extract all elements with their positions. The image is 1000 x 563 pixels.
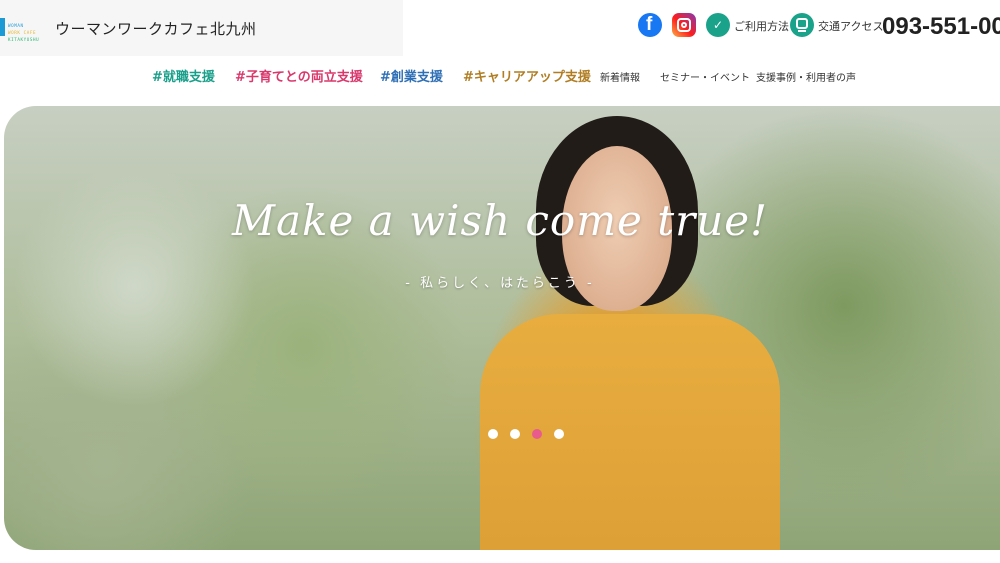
guide-link[interactable]: ご利用方法 (734, 18, 789, 34)
logo[interactable]: WOMAN WORK CAFE KITAKYUSHU (0, 8, 44, 50)
nav-link-cases[interactable]: 支援事例・利用者の声 (756, 69, 856, 84)
global-nav: #就職支援 #子育てとの両立支援 #創業支援 #キャリアアップ支援 新着情報 セ… (130, 56, 1000, 92)
logo-line: WOMAN (8, 23, 24, 28)
slider-pagination (488, 424, 571, 439)
site-title[interactable]: ウーマンワークカフェ北九州 (55, 18, 257, 39)
nav-tag-career[interactable]: #キャリアアップ支援 (463, 66, 591, 85)
nav-tag-employment[interactable]: #就職支援 (152, 66, 215, 85)
access-link[interactable]: 交通アクセス (818, 18, 883, 34)
hero-slider[interactable] (4, 106, 1000, 550)
logo-line: KITAKYUSHU (8, 37, 40, 42)
logo-line: WORK CAFE (8, 30, 37, 35)
nav-tag-childcare[interactable]: #子育てとの両立支援 (235, 66, 363, 85)
logo-w-icon (0, 18, 5, 36)
nav-tag-startup[interactable]: #創業支援 (380, 66, 443, 85)
slider-dot[interactable] (488, 429, 498, 439)
facebook-icon[interactable]: f (638, 13, 662, 37)
instagram-icon[interactable] (672, 13, 696, 37)
page-bottom (0, 550, 1000, 563)
phone-number[interactable]: 093-551-00 (882, 13, 1000, 41)
train-icon[interactable] (790, 13, 814, 37)
nav-link-news[interactable]: 新着情報 (600, 69, 640, 84)
guide-icon[interactable]: ✓ (706, 13, 730, 37)
header-brand: WOMAN WORK CAFE KITAKYUSHU ウーマンワークカフェ北九州 (0, 0, 403, 56)
hero-tagline: Make a wish come true! (231, 196, 768, 245)
hero-subtagline: - 私らしく、はたらこう - (405, 276, 595, 291)
nav-link-seminar[interactable]: セミナー・イベント (660, 69, 750, 84)
